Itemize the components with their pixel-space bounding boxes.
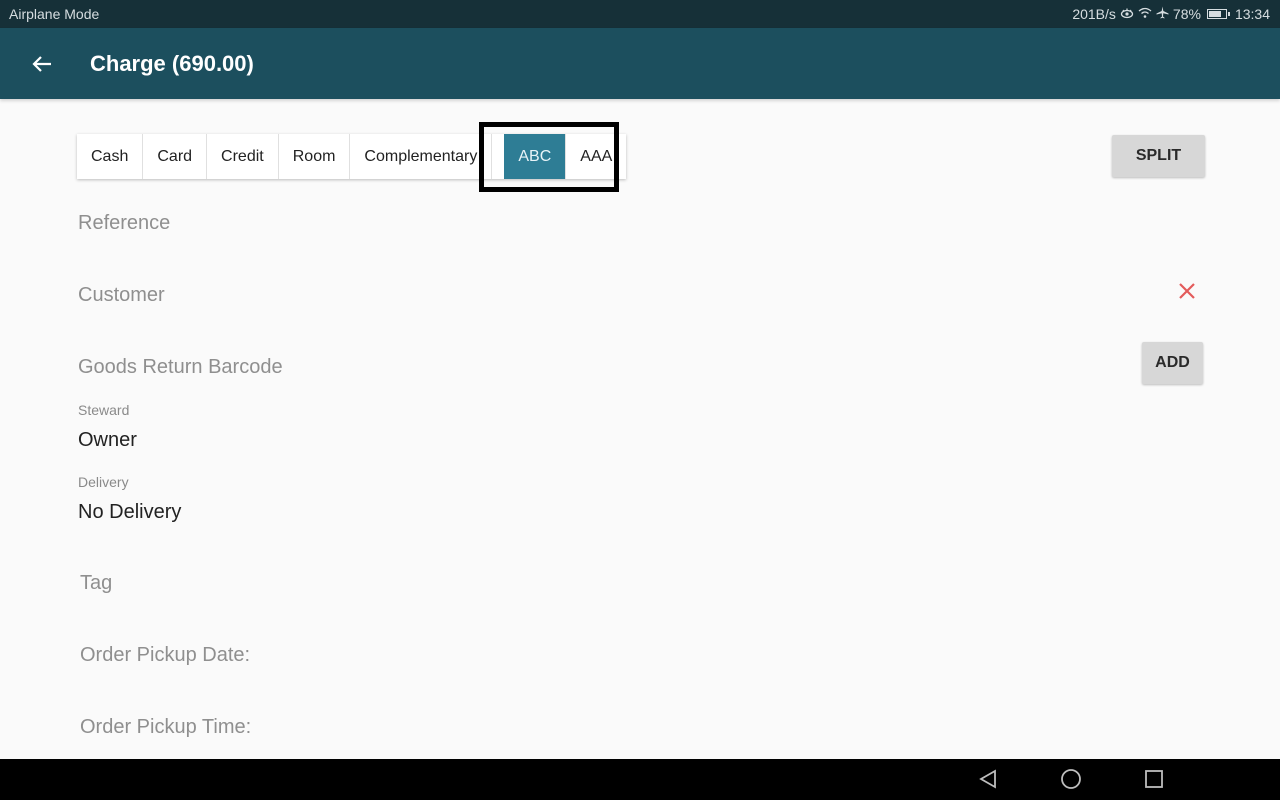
tab-credit[interactable]: Credit [207, 134, 279, 179]
airplane-icon [1156, 6, 1169, 22]
goods-return-barcode-input[interactable]: Goods Return Barcode [78, 356, 283, 379]
nav-home-icon [1061, 769, 1081, 789]
order-pickup-time-input[interactable]: Order Pickup Time: [80, 716, 251, 739]
system-nav-bar [0, 759, 1280, 800]
battery-icon [1206, 9, 1230, 19]
nav-back-button[interactable] [975, 767, 1003, 793]
page-title: Charge (690.00) [90, 50, 254, 76]
customer-input[interactable]: Customer [78, 284, 165, 307]
close-icon [1179, 283, 1195, 299]
airplane-mode-text: Airplane Mode [9, 6, 100, 22]
tab-complementary[interactable]: Complementary [350, 134, 493, 179]
eye-comfort-icon [1120, 6, 1134, 22]
nav-recents-icon [1145, 770, 1163, 788]
battery-fill [1208, 11, 1222, 17]
add-button[interactable]: ADD [1142, 342, 1203, 384]
split-button[interactable]: SPLIT [1112, 135, 1205, 177]
nav-home-button[interactable] [1057, 767, 1085, 793]
steward-select[interactable]: Owner [78, 429, 137, 452]
app-bar: Charge (690.00) [0, 28, 1280, 99]
status-bar: Airplane Mode 201B/s 78% 13:34 [0, 0, 1280, 28]
tab-aaa[interactable]: AAA [566, 134, 627, 179]
tab-room[interactable]: Room [278, 134, 351, 179]
tag-input[interactable]: Tag [80, 572, 112, 595]
clock: 13:34 [1234, 6, 1270, 22]
clear-customer-button[interactable] [1175, 279, 1199, 303]
steward-label: Steward [78, 402, 130, 418]
nav-recents-button[interactable] [1140, 767, 1168, 793]
reference-input[interactable]: Reference [78, 212, 170, 235]
status-icons: 201B/s 78% 13:34 [1072, 6, 1270, 22]
net-speed: 201B/s [1072, 6, 1116, 22]
delivery-select[interactable]: No Delivery [78, 501, 181, 524]
order-pickup-date-input[interactable]: Order Pickup Date: [80, 644, 250, 667]
tab-cash[interactable]: Cash [77, 134, 144, 179]
nav-back-icon [979, 769, 996, 789]
tab-abc[interactable]: ABC [504, 134, 567, 179]
payment-method-tabs: Cash Card Credit Room Complementary ABC … [77, 134, 627, 179]
arrow-left-icon [32, 55, 51, 72]
wifi-icon [1138, 6, 1152, 22]
back-button[interactable] [22, 44, 62, 84]
battery-percent: 78% [1172, 6, 1201, 22]
tab-card[interactable]: Card [143, 134, 208, 179]
delivery-label: Delivery [78, 474, 129, 490]
